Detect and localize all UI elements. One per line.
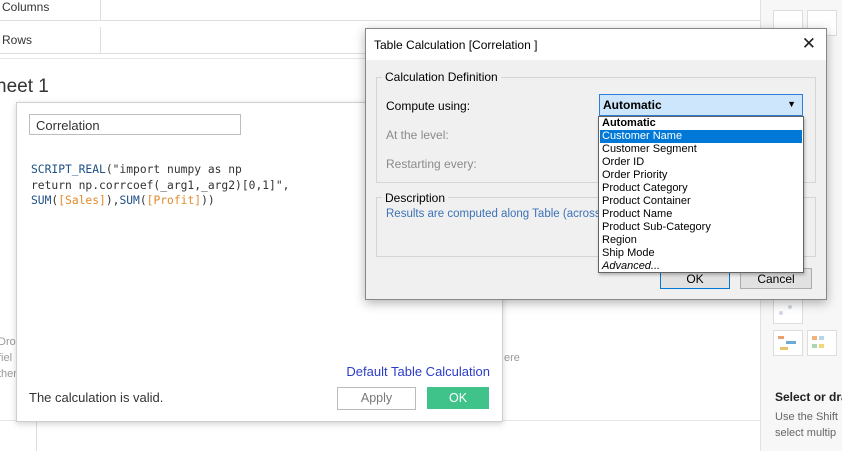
chart-thumbnail-scatter[interactable]: [773, 298, 803, 324]
code-text: ("import numpy as np: [105, 163, 242, 176]
drop-hint-fragment: ther: [0, 368, 17, 380]
drop-hint-fragment: fiel: [0, 352, 13, 364]
close-icon[interactable]: ✕: [802, 34, 816, 54]
rows-label: Rows: [2, 33, 33, 47]
view-border: [36, 420, 37, 451]
option-ship-mode[interactable]: Ship Mode: [600, 247, 802, 260]
option-automatic[interactable]: Automatic: [600, 117, 802, 130]
option-region[interactable]: Region: [600, 234, 802, 247]
ok-button[interactable]: OK: [427, 387, 489, 409]
formula-editor[interactable]: SCRIPT_REAL("import numpy as np return n…: [31, 162, 289, 209]
shelf-divider: [100, 0, 101, 20]
option-product-container[interactable]: Product Container: [600, 195, 802, 208]
code-field: [Sales]: [58, 194, 106, 207]
shelf-divider: [100, 27, 101, 53]
description-label: Description: [382, 191, 449, 205]
option-customer-name[interactable]: Customer Name: [600, 130, 802, 143]
option-advanced[interactable]: Advanced...: [600, 260, 802, 273]
columns-label: Columns: [2, 0, 50, 14]
show-me-hint-line2: select multip: [775, 427, 837, 439]
default-table-calculation-link[interactable]: Default Table Calculation: [346, 364, 490, 379]
validation-status: The calculation is valid.: [29, 390, 164, 405]
columns-shelf[interactable]: Columns: [0, 0, 760, 21]
compute-using-value: Automatic: [603, 98, 662, 112]
option-order-id[interactable]: Order ID: [600, 156, 802, 169]
code-field: [Profit]: [146, 194, 202, 207]
option-order-priority[interactable]: Order Priority: [600, 169, 802, 182]
restarting-every-label: Restarting every:: [386, 157, 477, 171]
compute-using-dropdown[interactable]: Automatic ▼: [599, 94, 803, 116]
dialog-title: Table Calculation [Correlation ]: [374, 38, 538, 52]
drop-hint-fragment: Dro: [0, 336, 16, 348]
option-product-category[interactable]: Product Category: [600, 182, 802, 195]
option-product-sub-category[interactable]: Product Sub-Category: [600, 221, 802, 234]
compute-using-label: Compute using:: [386, 99, 471, 113]
show-me-hint-line1: Use the Shift: [775, 411, 838, 423]
description-text: Results are computed along Table (across…: [386, 208, 608, 220]
sheet-title: heet 1: [0, 76, 49, 97]
calculation-definition-label: Calculation Definition: [382, 70, 501, 84]
chart-thumbnail-highlight-table[interactable]: [807, 330, 837, 356]
code-function: SUM: [119, 194, 140, 207]
show-me-heading: Select or dra: [775, 390, 842, 404]
code-function: SCRIPT_REAL: [31, 163, 106, 176]
code-function: SUM: [31, 194, 52, 207]
apply-button[interactable]: Apply: [337, 387, 416, 410]
chevron-down-icon: ▼: [787, 99, 796, 109]
at-level-label: At the level:: [386, 128, 449, 142]
calculation-name-input[interactable]: Correlation: [29, 114, 241, 135]
option-product-name[interactable]: Product Name: [600, 208, 802, 221]
drop-hint-fragment: ere: [504, 352, 520, 364]
dialog-titlebar[interactable]: Table Calculation [Correlation ] ✕: [366, 29, 826, 60]
chart-thumbnail-gantt[interactable]: [773, 330, 803, 356]
option-customer-segment[interactable]: Customer Segment: [600, 143, 802, 156]
compute-using-options-list: Automatic Customer Name Customer Segment…: [598, 116, 804, 273]
code-text: return np.corrcoef(_arg1,_arg2)[0,1]",: [31, 178, 290, 192]
